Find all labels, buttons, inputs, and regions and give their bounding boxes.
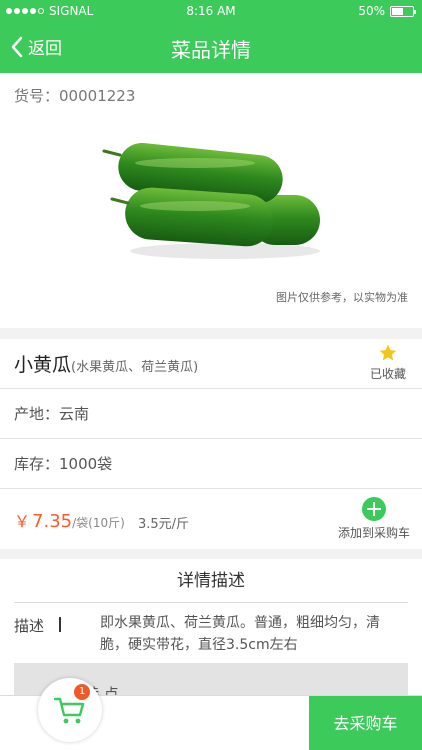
add-to-cart-label: 添加到采购车 <box>337 526 410 540</box>
bottom-bar: 1 去采购车 <box>0 678 422 750</box>
top-bar: SIGNAL 8:16 AM 50% 返回 菜品详情 <box>0 0 422 73</box>
cucumber-photo <box>102 143 320 259</box>
favorite-label: 已收藏 <box>369 367 406 381</box>
status-bar: SIGNAL 8:16 AM 50% <box>0 0 422 22</box>
favorite-button[interactable]: 已收藏 <box>368 343 408 382</box>
origin-row: 产地：云南 <box>0 389 422 439</box>
description-text: 即水果黄瓜、荷兰黄瓜。普通，粗细均匀，清脆，硬实带花，直径3.5cm左右 <box>100 615 380 653</box>
product-alias: (水果黄瓜、荷兰黄瓜) <box>71 360 199 375</box>
page-title: 菜品详情 <box>171 38 251 62</box>
sku-label: 货号： <box>14 87 60 105</box>
battery-percent: 50% <box>358 4 385 18</box>
product-name-row: 小黄瓜(水果黄瓜、荷兰黄瓜) 已收藏 <box>0 339 422 389</box>
image-disclaimer: 图片仅供参考，以实物为准 <box>276 291 408 304</box>
product-info: 小黄瓜(水果黄瓜、荷兰黄瓜) 已收藏 产地：云南 库存：1000袋 ￥ 7.35/… <box>0 339 422 549</box>
currency-symbol: ￥ <box>14 512 31 531</box>
cart-count-badge: 1 <box>74 684 90 700</box>
navigation-bar: 返回 菜品详情 <box>0 22 422 73</box>
go-to-cart-button[interactable]: 去采购车 <box>309 696 422 750</box>
add-to-cart-button[interactable]: 添加到采购车 <box>338 497 410 541</box>
plus-circle-icon <box>361 497 386 521</box>
stock-text: 库存：1000袋 <box>14 455 113 473</box>
unit-price: 3.5元/斤 <box>138 517 190 532</box>
product-name: 小黄瓜 <box>14 354 72 376</box>
product-name-line: 小黄瓜(水果黄瓜、荷兰黄瓜) <box>14 350 198 377</box>
stock-row: 库存：1000袋 <box>0 439 422 489</box>
label-divider <box>59 617 61 632</box>
price-unit: /袋(10斤) <box>72 516 125 530</box>
star-icon <box>379 344 397 361</box>
battery-icon <box>390 5 416 17</box>
price-value: 7.35 <box>32 511 73 532</box>
description-label: 描述 <box>14 617 45 635</box>
sku-line: 货号：00001223 <box>14 85 135 106</box>
origin-text: 产地：云南 <box>14 405 90 423</box>
sku-value: 00001223 <box>59 87 136 105</box>
details-title: 详情描述 <box>14 559 408 603</box>
price: ￥ 7.35/袋(10斤) <box>14 508 125 532</box>
price-row: ￥ 7.35/袋(10斤) 3.5元/斤 添加到采购车 <box>0 489 422 549</box>
product-image-area: 货号：00001223 图片仅供参考，以实物为准 <box>0 73 422 328</box>
cart-button[interactable]: 1 <box>38 678 102 742</box>
